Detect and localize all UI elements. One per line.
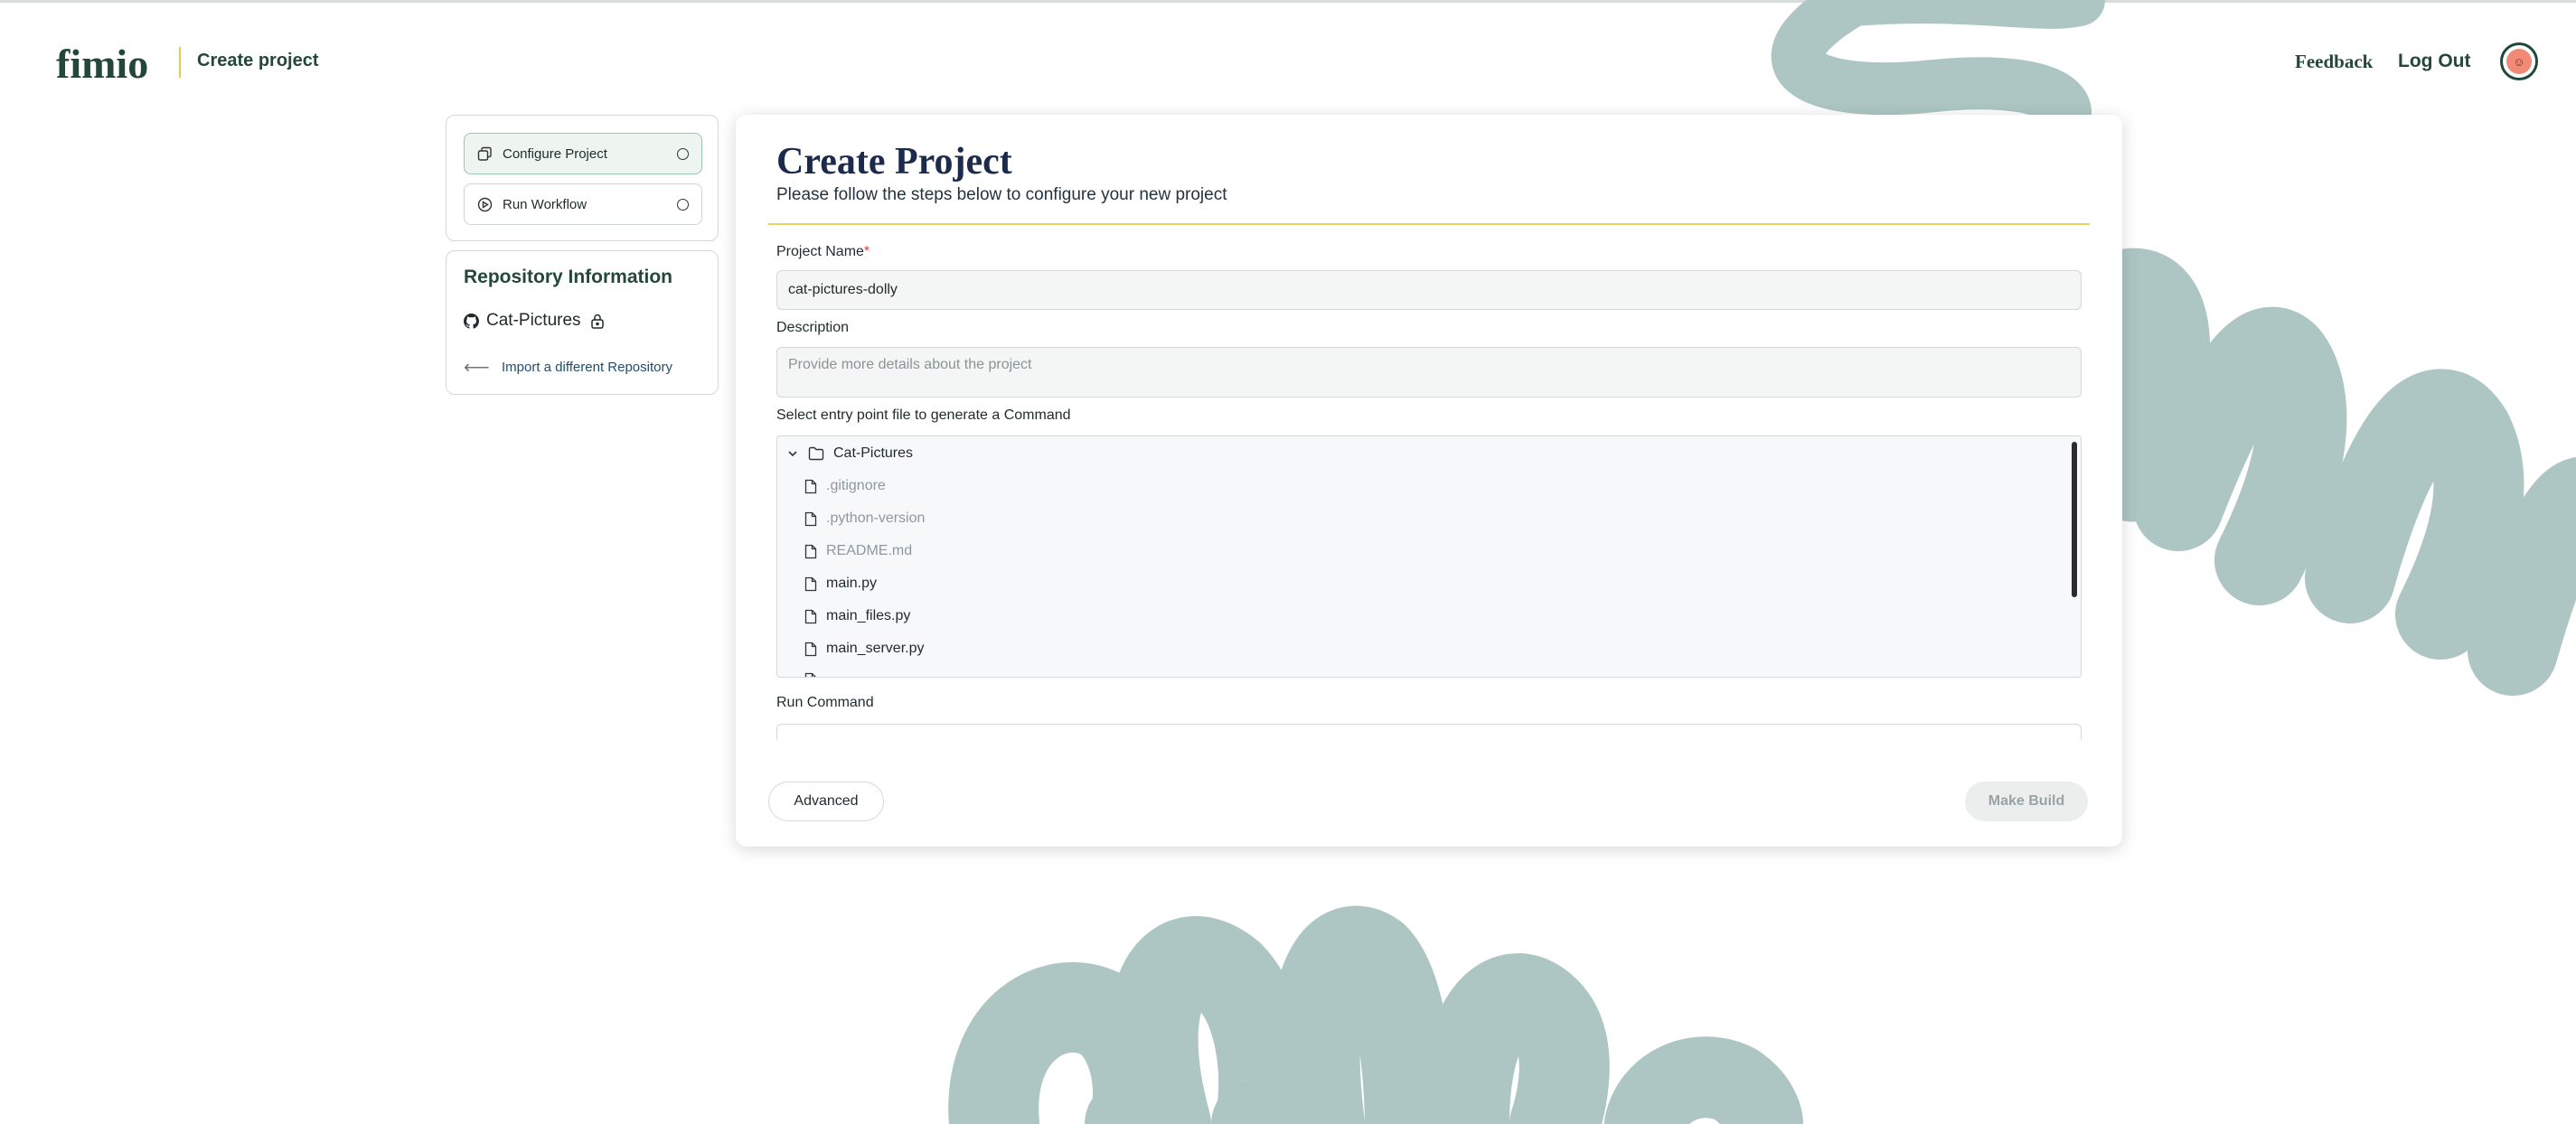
make-build-button[interactable]: Make Build (1965, 782, 2088, 821)
user-avatar[interactable]: ☺ (2500, 42, 2538, 80)
entry-point-label: Select entry point file to generate a Co… (776, 407, 1071, 423)
folder-name: Cat-Pictures (833, 445, 914, 461)
github-icon (464, 313, 479, 329)
description-input[interactable] (776, 347, 2082, 398)
tree-file-row[interactable]: main.py (804, 572, 877, 595)
tree-folder-cat-pictures[interactable]: Cat-Pictures (786, 442, 913, 465)
run-command-label: Run Command (776, 695, 874, 710)
file-icon (804, 576, 817, 591)
file-tree-scroll-thumb[interactable] (2072, 442, 2077, 597)
file-icon (804, 609, 817, 623)
required-asterisk: * (863, 244, 870, 259)
import-label: Import a different Repository (502, 360, 672, 375)
file-icon (804, 479, 817, 493)
repository-name: Cat-Pictures (486, 311, 581, 330)
file-name: main_files.py (826, 608, 911, 623)
tree-file-row-partial (804, 668, 826, 677)
run-command-input[interactable] (776, 724, 2082, 740)
create-project-card: Create Project Please follow the steps b… (736, 115, 2122, 847)
repository-name-row: Cat-Pictures (464, 311, 612, 331)
file-icon (804, 672, 817, 677)
file-name: README.md (826, 543, 913, 558)
repository-panel: Repository Information Cat-Pictures ⟵ Im… (446, 250, 719, 395)
logout-button[interactable]: Log Out (2398, 51, 2470, 72)
svg-text:fimio: fimio (56, 42, 148, 85)
page-subtitle: Please follow the steps below to configu… (776, 185, 1227, 204)
import-different-repository-link[interactable]: ⟵ Import a different Repository (464, 356, 672, 379)
tree-file-row[interactable]: main_server.py (804, 637, 925, 660)
description-label: Description (776, 320, 850, 335)
project-name-label: Project Name* (776, 244, 870, 259)
step-label: Configure Project (503, 145, 607, 162)
title-divider (768, 223, 2090, 225)
arrow-left-icon: ⟵ (464, 358, 490, 378)
step-status-circle (677, 147, 689, 160)
step-status-circle (677, 198, 689, 211)
step-run-workflow[interactable]: Run Workflow (464, 183, 702, 225)
page-breadcrumb: Create project (197, 51, 319, 70)
workflow-icon (477, 196, 494, 212)
fimio-logo[interactable]: fimio (56, 42, 154, 85)
advanced-button[interactable]: Advanced (768, 782, 884, 821)
tree-file-row[interactable]: main_files.py (804, 604, 910, 628)
steps-panel: Configure Project Run Workflow (446, 115, 719, 241)
tree-file-row: .python-version (804, 507, 925, 530)
file-icon (804, 642, 817, 656)
top-border (0, 0, 2576, 3)
lock-icon (590, 314, 604, 329)
file-name: main_server.py (826, 641, 925, 656)
step-label: Run Workflow (503, 196, 588, 212)
file-name: main.py (826, 576, 878, 591)
project-name-input[interactable] (776, 270, 2082, 310)
file-name: .gitignore (826, 478, 886, 493)
file-tree[interactable]: Cat-Pictures .gitignore .python-version … (776, 436, 2082, 678)
header-divider (179, 47, 181, 78)
repository-title: Repository Information (464, 267, 673, 287)
copy-icon (477, 145, 494, 162)
step-configure-project[interactable]: Configure Project (464, 133, 702, 174)
page-title: Create Project (776, 141, 1012, 183)
file-icon (804, 544, 817, 558)
tree-file-row: .gitignore (804, 474, 886, 498)
file-icon (804, 511, 817, 526)
feedback-link[interactable]: Feedback (2295, 51, 2373, 73)
folder-icon (808, 446, 824, 461)
avatar-face-icon: ☺ (2506, 49, 2532, 74)
tree-file-row: README.md (804, 539, 912, 563)
file-name: .python-version (826, 510, 926, 526)
chevron-down-icon (788, 451, 797, 457)
